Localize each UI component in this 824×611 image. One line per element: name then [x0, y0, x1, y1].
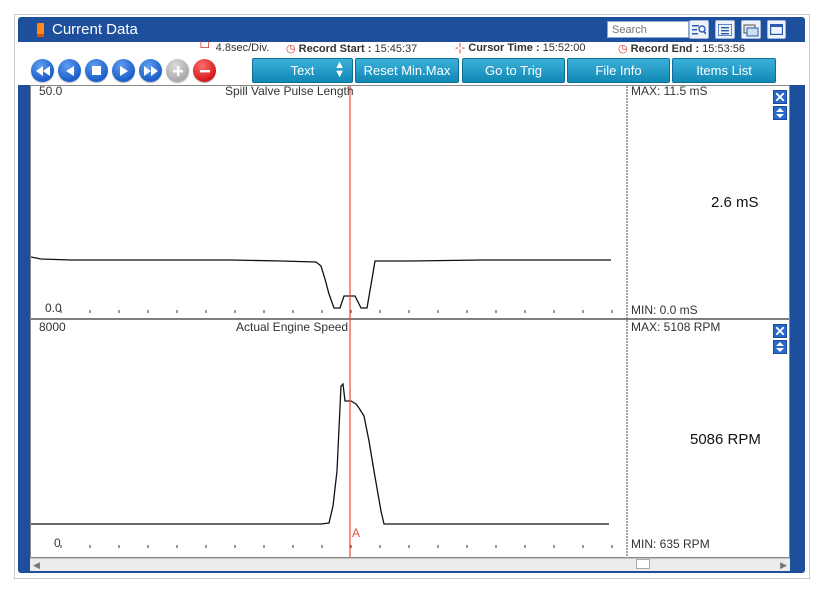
current-data-window: Current Data └┘ 4.8sec/Div. ◷ Record Sta…: [18, 17, 805, 573]
graph2-max: MAX: 5108 RPM: [631, 320, 721, 334]
search-input[interactable]: [607, 21, 689, 38]
graph1-ymin: 0.0: [45, 301, 62, 315]
close-icon[interactable]: [773, 90, 787, 104]
graph1-max: MAX: 11.5 mS: [631, 84, 708, 98]
graph1-current-value: 2.6 mS: [711, 194, 759, 211]
fast-forward-icon[interactable]: [139, 59, 162, 82]
window-icon[interactable]: [767, 20, 786, 39]
go-to-trig-button[interactable]: Go to Trig: [462, 58, 565, 83]
graph1-ymax: 50.0: [39, 84, 63, 98]
items-list-button[interactable]: Items List: [672, 58, 776, 83]
resize-icon[interactable]: [773, 340, 787, 354]
engine-speed-trace: [31, 382, 609, 525]
scroll-thumb[interactable]: [636, 559, 650, 569]
cursor-icon: -¦-: [455, 42, 466, 54]
graph2-ymin: 0: [54, 536, 61, 550]
minus-icon[interactable]: [193, 59, 216, 82]
clock-icon: ◷: [286, 43, 296, 55]
info-bar: └┘ 4.8sec/Div. ◷ Record Start : 15:45:37…: [18, 42, 805, 55]
record-end: ◷ Record End : 15:53:56: [618, 43, 746, 55]
cursor-time: -¦- Cursor Time : 15:52:00: [455, 42, 586, 54]
graph2-ymax: 8000: [39, 320, 66, 334]
text-select[interactable]: Text ▲ ▼: [252, 58, 353, 83]
spill-valve-trace: [31, 256, 611, 309]
title-bar: Current Data: [18, 17, 805, 42]
spinner-icon: ▲ ▼: [334, 59, 345, 80]
graph2-current-value: 5086 RPM: [690, 431, 761, 448]
graph2-min: MIN: 635 RPM: [631, 537, 710, 551]
app-icon: [37, 23, 44, 37]
clock-icon: ◷: [618, 43, 628, 55]
window-title: Current Data: [52, 21, 138, 38]
rewind-icon[interactable]: [31, 59, 54, 82]
retry-icon[interactable]: [741, 20, 761, 39]
time-per-div: └┘ 4.8sec/Div.: [197, 42, 270, 54]
search-list-icon[interactable]: [689, 20, 709, 39]
graph1-title: Spill Valve Pulse Length: [225, 84, 354, 98]
graph-area[interactable]: 50.0 Spill Valve Pulse Length 0.0 MAX: 1…: [30, 84, 790, 558]
graph2-title: Actual Engine Speed: [236, 320, 349, 334]
record-start: ◷ Record Start : 15:45:37: [286, 43, 418, 55]
cursor-marker: A: [352, 526, 361, 540]
time-div-icon: └┘: [197, 42, 213, 54]
play-icon[interactable]: [112, 59, 135, 82]
list-icon[interactable]: [715, 20, 735, 39]
scroll-right-icon[interactable]: ▶: [780, 560, 787, 571]
plus-icon[interactable]: [166, 59, 189, 82]
reset-min-max-button[interactable]: Reset Min.Max: [355, 58, 459, 83]
close-icon[interactable]: [773, 324, 787, 338]
file-info-button[interactable]: File Info: [567, 58, 670, 83]
graph1-min: MIN: 0.0 mS: [631, 303, 698, 317]
resize-icon[interactable]: [773, 106, 787, 120]
toolbar: Text ▲ ▼ Reset Min.Max Go to Trig File In…: [18, 55, 805, 85]
scroll-left-icon[interactable]: ◀: [33, 560, 40, 571]
stop-icon[interactable]: [85, 59, 108, 82]
horizontal-scrollbar[interactable]: ◀ ▶: [30, 558, 790, 571]
prev-icon[interactable]: [58, 59, 81, 82]
